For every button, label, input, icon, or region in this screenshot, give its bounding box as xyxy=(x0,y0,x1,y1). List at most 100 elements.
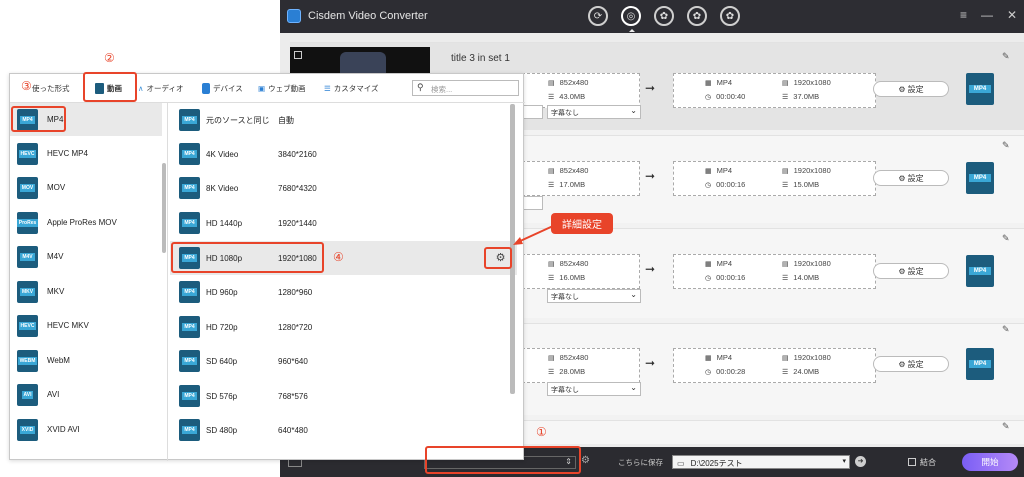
output-format-tile[interactable]: MP4 xyxy=(966,162,994,194)
format-item-webm[interactable]: WEBM WebM xyxy=(10,344,162,377)
format-list-scrollbar[interactable] xyxy=(162,163,166,253)
subtitle-select[interactable]: 字幕なし xyxy=(547,382,641,396)
preset-item[interactable]: MP4 SD 576p 768*576 xyxy=(170,379,517,413)
minimize-icon[interactable]: — xyxy=(981,8,993,22)
burn-tab-icon[interactable]: ✿ xyxy=(720,6,740,26)
dvd-tab-icon[interactable]: ✿ xyxy=(687,6,707,26)
rip-tab-icon[interactable]: ◎ xyxy=(621,6,641,26)
preset-item[interactable]: MP4 SD 480p 640*480 xyxy=(170,413,517,447)
hevc-format-icon: HEVC xyxy=(17,142,38,165)
merge-checkbox[interactable]: 結合 xyxy=(908,457,936,468)
mp4-format-icon: MP4 xyxy=(179,281,200,303)
tab-web-video[interactable]: ▣ ウェブ動画 xyxy=(258,83,306,94)
output-format-tile[interactable]: MP4 xyxy=(966,73,994,105)
app-logo-icon xyxy=(287,9,301,23)
preset-item[interactable]: MP4 HD 960p 1280*960 xyxy=(170,275,517,309)
callout-arrow xyxy=(513,225,554,245)
window-controls: ≡ — ✕ xyxy=(960,8,1017,22)
tab-recent[interactable]: 使った形式 xyxy=(32,83,70,94)
hevc-format-icon: HEVC xyxy=(17,314,38,337)
step-3-marker: ③ xyxy=(21,79,32,93)
search-input[interactable]: 検索... xyxy=(412,80,519,96)
highlight-hd1080p xyxy=(171,242,324,273)
subtitle-select[interactable]: 字幕なし xyxy=(547,105,641,119)
edit-icon[interactable]: ✎ xyxy=(1002,324,1010,335)
output-path-field[interactable]: ▭ D:\2025テスト ▾ xyxy=(672,455,850,469)
format-item-mkv[interactable]: MKV MKV xyxy=(10,275,162,308)
step-1-marker: ① xyxy=(536,425,547,439)
prores-format-icon: ProRes xyxy=(16,211,39,234)
output-info: ▦ MP4 ◷ 00:00:16 ▤ 1920x1080 ☰ 15.0MB xyxy=(673,161,876,196)
mp4-format-icon: MP4 xyxy=(179,385,200,407)
webm-format-icon: WEBM xyxy=(17,349,38,372)
subtitle-select[interactable]: 字幕なし xyxy=(547,289,641,303)
arrow-right-icon: ➞ xyxy=(645,169,656,183)
arrow-right-icon: ➞ xyxy=(645,356,656,370)
format-item-xvid-avi[interactable]: XVID XVID AVI xyxy=(10,413,162,446)
output-info: ▦ MP4 ◷ 00:00:28 ▤ 1920x1080 ☰ 24.0MB xyxy=(673,348,876,383)
preset-item[interactable]: MP4 8K Video 7680*4320 xyxy=(170,171,517,205)
mp4-format-icon: MP4 xyxy=(179,350,200,372)
row-checkbox[interactable] xyxy=(294,51,302,59)
avi-format-icon: AVI xyxy=(17,383,38,406)
active-tab-indicator xyxy=(629,29,635,32)
title-bar: Cisdem Video Converter ⟳ ◎ ✿ ✿ ✿ ≡ — ✕ xyxy=(280,0,1024,33)
preset-item[interactable]: MP4 HD 720p 1280*720 xyxy=(170,310,517,344)
format-item-avi[interactable]: AVI AVI xyxy=(10,378,162,411)
format-item-prores[interactable]: ProRes Apple ProRes MOV xyxy=(10,206,162,239)
format-item-hevc-mkv[interactable]: HEVC HEVC MKV xyxy=(10,309,162,342)
advanced-settings-callout: 詳細設定 xyxy=(551,213,613,234)
highlight-gear xyxy=(484,247,512,269)
tab-device[interactable]: デバイス xyxy=(202,83,243,94)
xvid-format-icon: XVID xyxy=(17,418,38,441)
mp4-format-icon: MP4 xyxy=(179,109,200,131)
audio-select[interactable] xyxy=(521,196,543,210)
step-2-marker: ② xyxy=(104,51,115,65)
highlight-output-select xyxy=(425,446,581,474)
close-icon[interactable]: ✕ xyxy=(1007,8,1017,22)
mp4-format-icon: MP4 xyxy=(179,177,200,199)
highlight-mp4 xyxy=(11,106,66,132)
preset-item[interactable]: MP4 SD 640p 960*640 xyxy=(170,344,517,378)
output-format-tile[interactable]: MP4 xyxy=(966,348,994,380)
mkv-format-icon: MKV xyxy=(17,280,38,303)
settings-button[interactable]: ⚙ 設定 xyxy=(873,81,949,97)
open-folder-icon[interactable]: ➜ xyxy=(855,456,866,467)
mp4-format-icon: MP4 xyxy=(179,419,200,441)
sliders-icon: ☰ xyxy=(324,84,331,93)
edit-icon[interactable]: ✎ xyxy=(1002,51,1010,62)
preset-item[interactable]: MP4 HD 1440p 1920*1440 xyxy=(170,206,517,240)
menu-icon[interactable]: ≡ xyxy=(960,8,967,22)
convert-tab-icon[interactable]: ⟳ xyxy=(588,6,608,26)
output-format-tile[interactable]: MP4 xyxy=(966,255,994,287)
start-button[interactable]: 開始 xyxy=(962,453,1018,471)
web-icon: ▣ xyxy=(258,84,266,93)
format-item-m4v[interactable]: M4V M4V xyxy=(10,240,162,273)
phone-icon xyxy=(202,83,210,94)
search-icon: ⚲ xyxy=(417,82,424,92)
format-item-hevc-mp4[interactable]: HEVC HEVC MP4 xyxy=(10,137,162,170)
format-list: MP4 MP4 HEVC HEVC MP4 MOV MOV ProRes Apple P… xyxy=(10,103,168,461)
format-item-mov[interactable]: MOV MOV xyxy=(10,171,162,204)
output-info: ▦ MP4 ◷ 00:00:40 ▤ 1920x1080 ☰ 37.0MB xyxy=(673,73,876,108)
mp4-format-icon: MP4 xyxy=(179,143,200,165)
edit-icon[interactable]: ✎ xyxy=(1002,233,1010,244)
settings-button[interactable]: ⚙ 設定 xyxy=(873,263,949,279)
mov-format-icon: MOV xyxy=(17,176,38,199)
edit-icon[interactable]: ✎ xyxy=(1002,421,1010,432)
preset-item[interactable]: MP4 元のソースと同じ 自動 xyxy=(170,103,517,137)
app-title: Cisdem Video Converter xyxy=(308,10,428,22)
download-tab-icon[interactable]: ✿ xyxy=(654,6,674,26)
audio-select[interactable] xyxy=(521,105,543,119)
preset-item[interactable]: MP4 4K Video 3840*2160 xyxy=(170,137,517,171)
edit-icon[interactable]: ✎ xyxy=(1002,140,1010,151)
audio-icon: ∧ xyxy=(138,84,144,93)
settings-button[interactable]: ⚙ 設定 xyxy=(873,170,949,186)
tab-audio[interactable]: ∧ オーディオ xyxy=(138,83,183,94)
arrow-right-icon: ➞ xyxy=(645,262,656,276)
gear-icon[interactable]: ⚙ xyxy=(581,455,590,466)
step-4-marker: ④ xyxy=(333,250,344,264)
settings-button[interactable]: ⚙ 設定 xyxy=(873,356,949,372)
folder-icon: ▭ xyxy=(677,459,685,468)
tab-customize[interactable]: ☰ カスタマイズ xyxy=(324,83,379,94)
